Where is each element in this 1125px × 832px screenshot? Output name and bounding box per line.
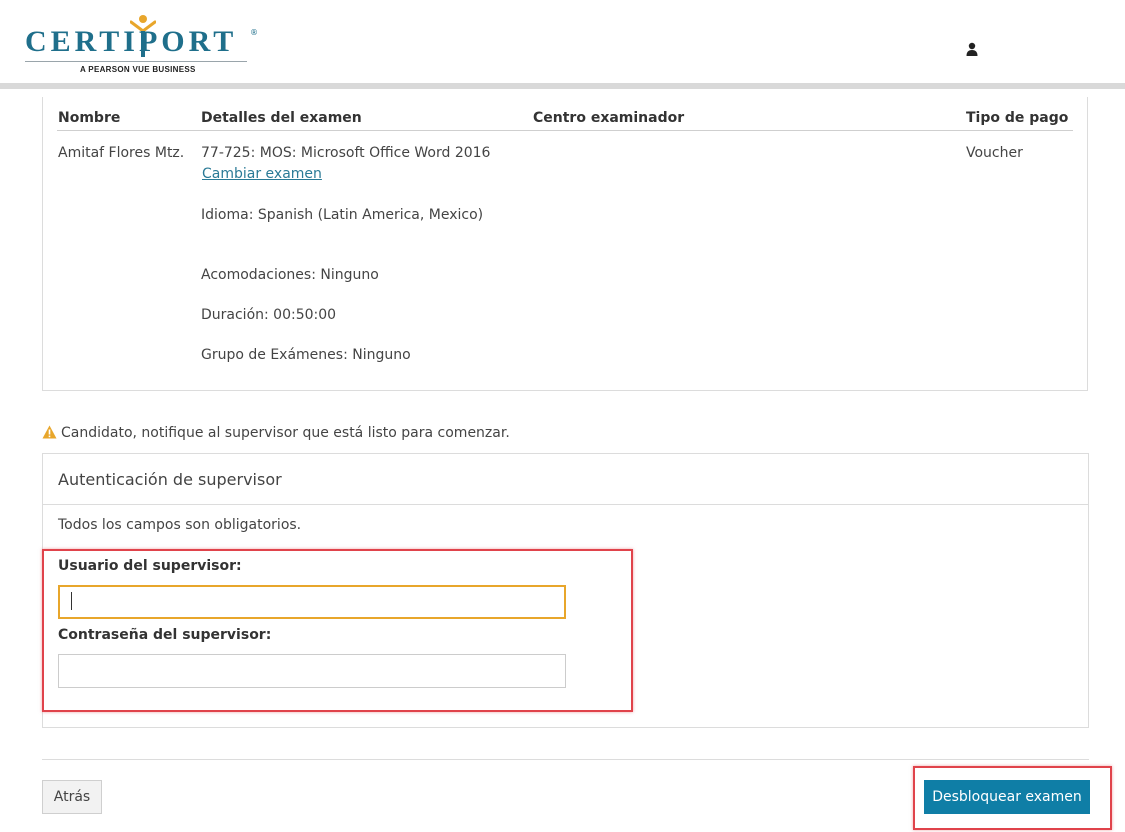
payment-type: Voucher [966,145,1023,161]
back-button[interactable]: Atrás [42,780,102,814]
supervisor-notice: Candidato, notifique al supervisor que e… [42,425,510,441]
candidate-name: Amitaf Flores Mtz. [58,145,185,161]
auth-panel-title: Autenticación de supervisor [58,470,282,489]
header-divider [0,83,1125,89]
footer-divider [42,759,1089,760]
logo-divider [25,61,247,62]
table-header-divider [57,130,1073,131]
logo-subtitle: A PEARSON VUE BUSINESS [80,65,196,74]
logo-registered-mark: ® [250,28,258,37]
page-header: CERTIPORT ® A PEARSON VUE BUSINESS [0,0,1125,83]
auth-panel-header: Autenticación de supervisor [43,454,1088,505]
logo-wordmark: CERTIPORT [25,25,238,58]
exam-language: Idioma: Spanish (Latin America, Mexico) [201,207,484,223]
column-header-payment: Tipo de pago [966,110,1069,126]
exam-duration: Duración: 00:50:00 [201,307,337,323]
exam-accommodations: Acomodaciones: Ninguno [201,267,379,283]
credentials-highlight-box [42,549,633,712]
column-header-details: Detalles del examen [201,110,362,126]
warning-icon [42,425,57,439]
certiport-logo[interactable]: CERTIPORT ® A PEARSON VUE BUSINESS [25,14,258,76]
exam-details-panel [42,97,1088,391]
exam-title: 77-725: MOS: Microsoft Office Word 2016 [201,145,491,161]
required-fields-note: Todos los campos son obligatorios. [58,517,302,533]
change-exam-link[interactable]: Cambiar examen [202,166,322,182]
unlock-highlight-box [913,766,1112,830]
column-header-center: Centro examinador [533,110,685,126]
supervisor-notice-text: Candidato, notifique al supervisor que e… [61,425,510,441]
exam-group: Grupo de Exámenes: Ninguno [201,347,411,363]
column-header-name: Nombre [58,110,121,126]
user-icon[interactable] [966,42,978,56]
